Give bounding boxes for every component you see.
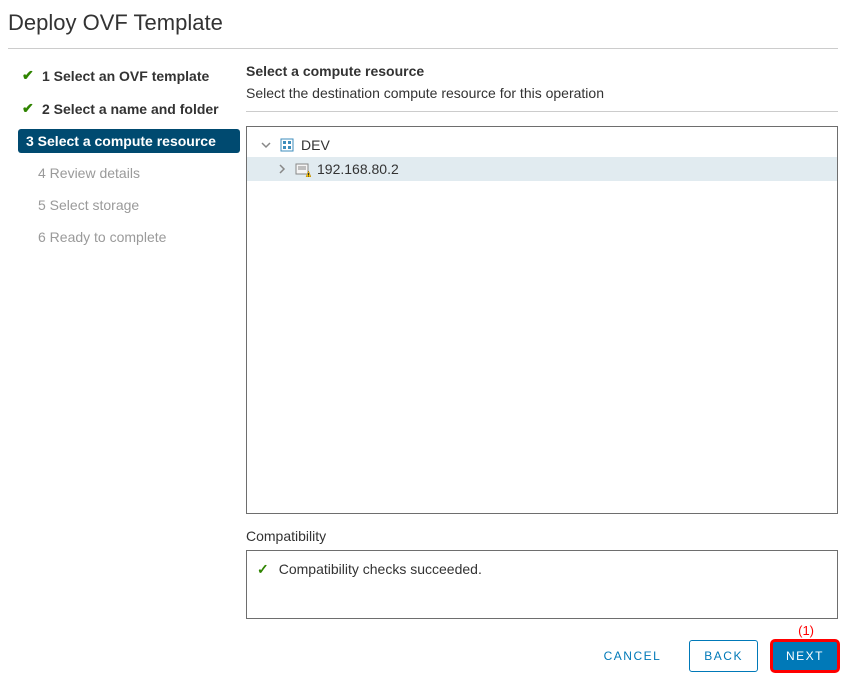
step-label: 5 Select storage [38, 197, 139, 213]
tree-label: 192.168.80.2 [317, 161, 399, 177]
step-3[interactable]: 3 Select a compute resource [18, 129, 240, 153]
annotation-marker: (1) [246, 623, 838, 638]
check-icon: ✔ [22, 100, 36, 117]
step-label: 1 Select an OVF template [42, 68, 209, 84]
step-label: 6 Ready to complete [38, 229, 166, 245]
host-warning-icon [295, 161, 311, 177]
step-4: 4 Review details [8, 161, 240, 185]
step-5: 5 Select storage [8, 193, 240, 217]
tree-row-host[interactable]: 192.168.80.2 [247, 157, 837, 181]
dialog-title: Deploy OVF Template [8, 6, 838, 49]
cancel-button[interactable]: CANCEL [590, 641, 676, 671]
chevron-down-icon[interactable] [259, 140, 273, 150]
deploy-ovf-dialog: Deploy OVF Template ✔ 1 Select an OVF te… [0, 0, 846, 682]
tree-row-datacenter[interactable]: DEV [247, 133, 837, 157]
compute-resource-tree[interactable]: DEV [246, 126, 838, 514]
compatibility-label: Compatibility [246, 528, 838, 544]
check-icon: ✓ [257, 561, 269, 578]
compatibility-box: ✓ Compatibility checks succeeded. [246, 550, 838, 619]
section-heading: Select a compute resource [246, 63, 838, 79]
step-label: 2 Select a name and folder [42, 101, 219, 117]
dialog-footer: CANCEL BACK NEXT [246, 640, 838, 672]
tree-label: DEV [301, 137, 330, 153]
step-1[interactable]: ✔ 1 Select an OVF template [8, 63, 240, 88]
wizard-steps: ✔ 1 Select an OVF template ✔ 2 Select a … [8, 63, 240, 672]
check-icon: ✔ [22, 67, 36, 84]
back-button[interactable]: BACK [689, 640, 758, 672]
section-subtext: Select the destination compute resource … [246, 85, 838, 112]
step-6: 6 Ready to complete [8, 225, 240, 249]
compatibility-message: Compatibility checks succeeded. [279, 561, 482, 577]
step-label: 3 Select a compute resource [26, 133, 216, 149]
datacenter-icon [279, 137, 295, 153]
next-button[interactable]: NEXT [772, 641, 838, 671]
main-panel: Select a compute resource Select the des… [240, 63, 838, 672]
step-2[interactable]: ✔ 2 Select a name and folder [8, 96, 240, 121]
dialog-body: ✔ 1 Select an OVF template ✔ 2 Select a … [8, 63, 838, 672]
chevron-right-icon[interactable] [275, 164, 289, 174]
step-label: 4 Review details [38, 165, 140, 181]
